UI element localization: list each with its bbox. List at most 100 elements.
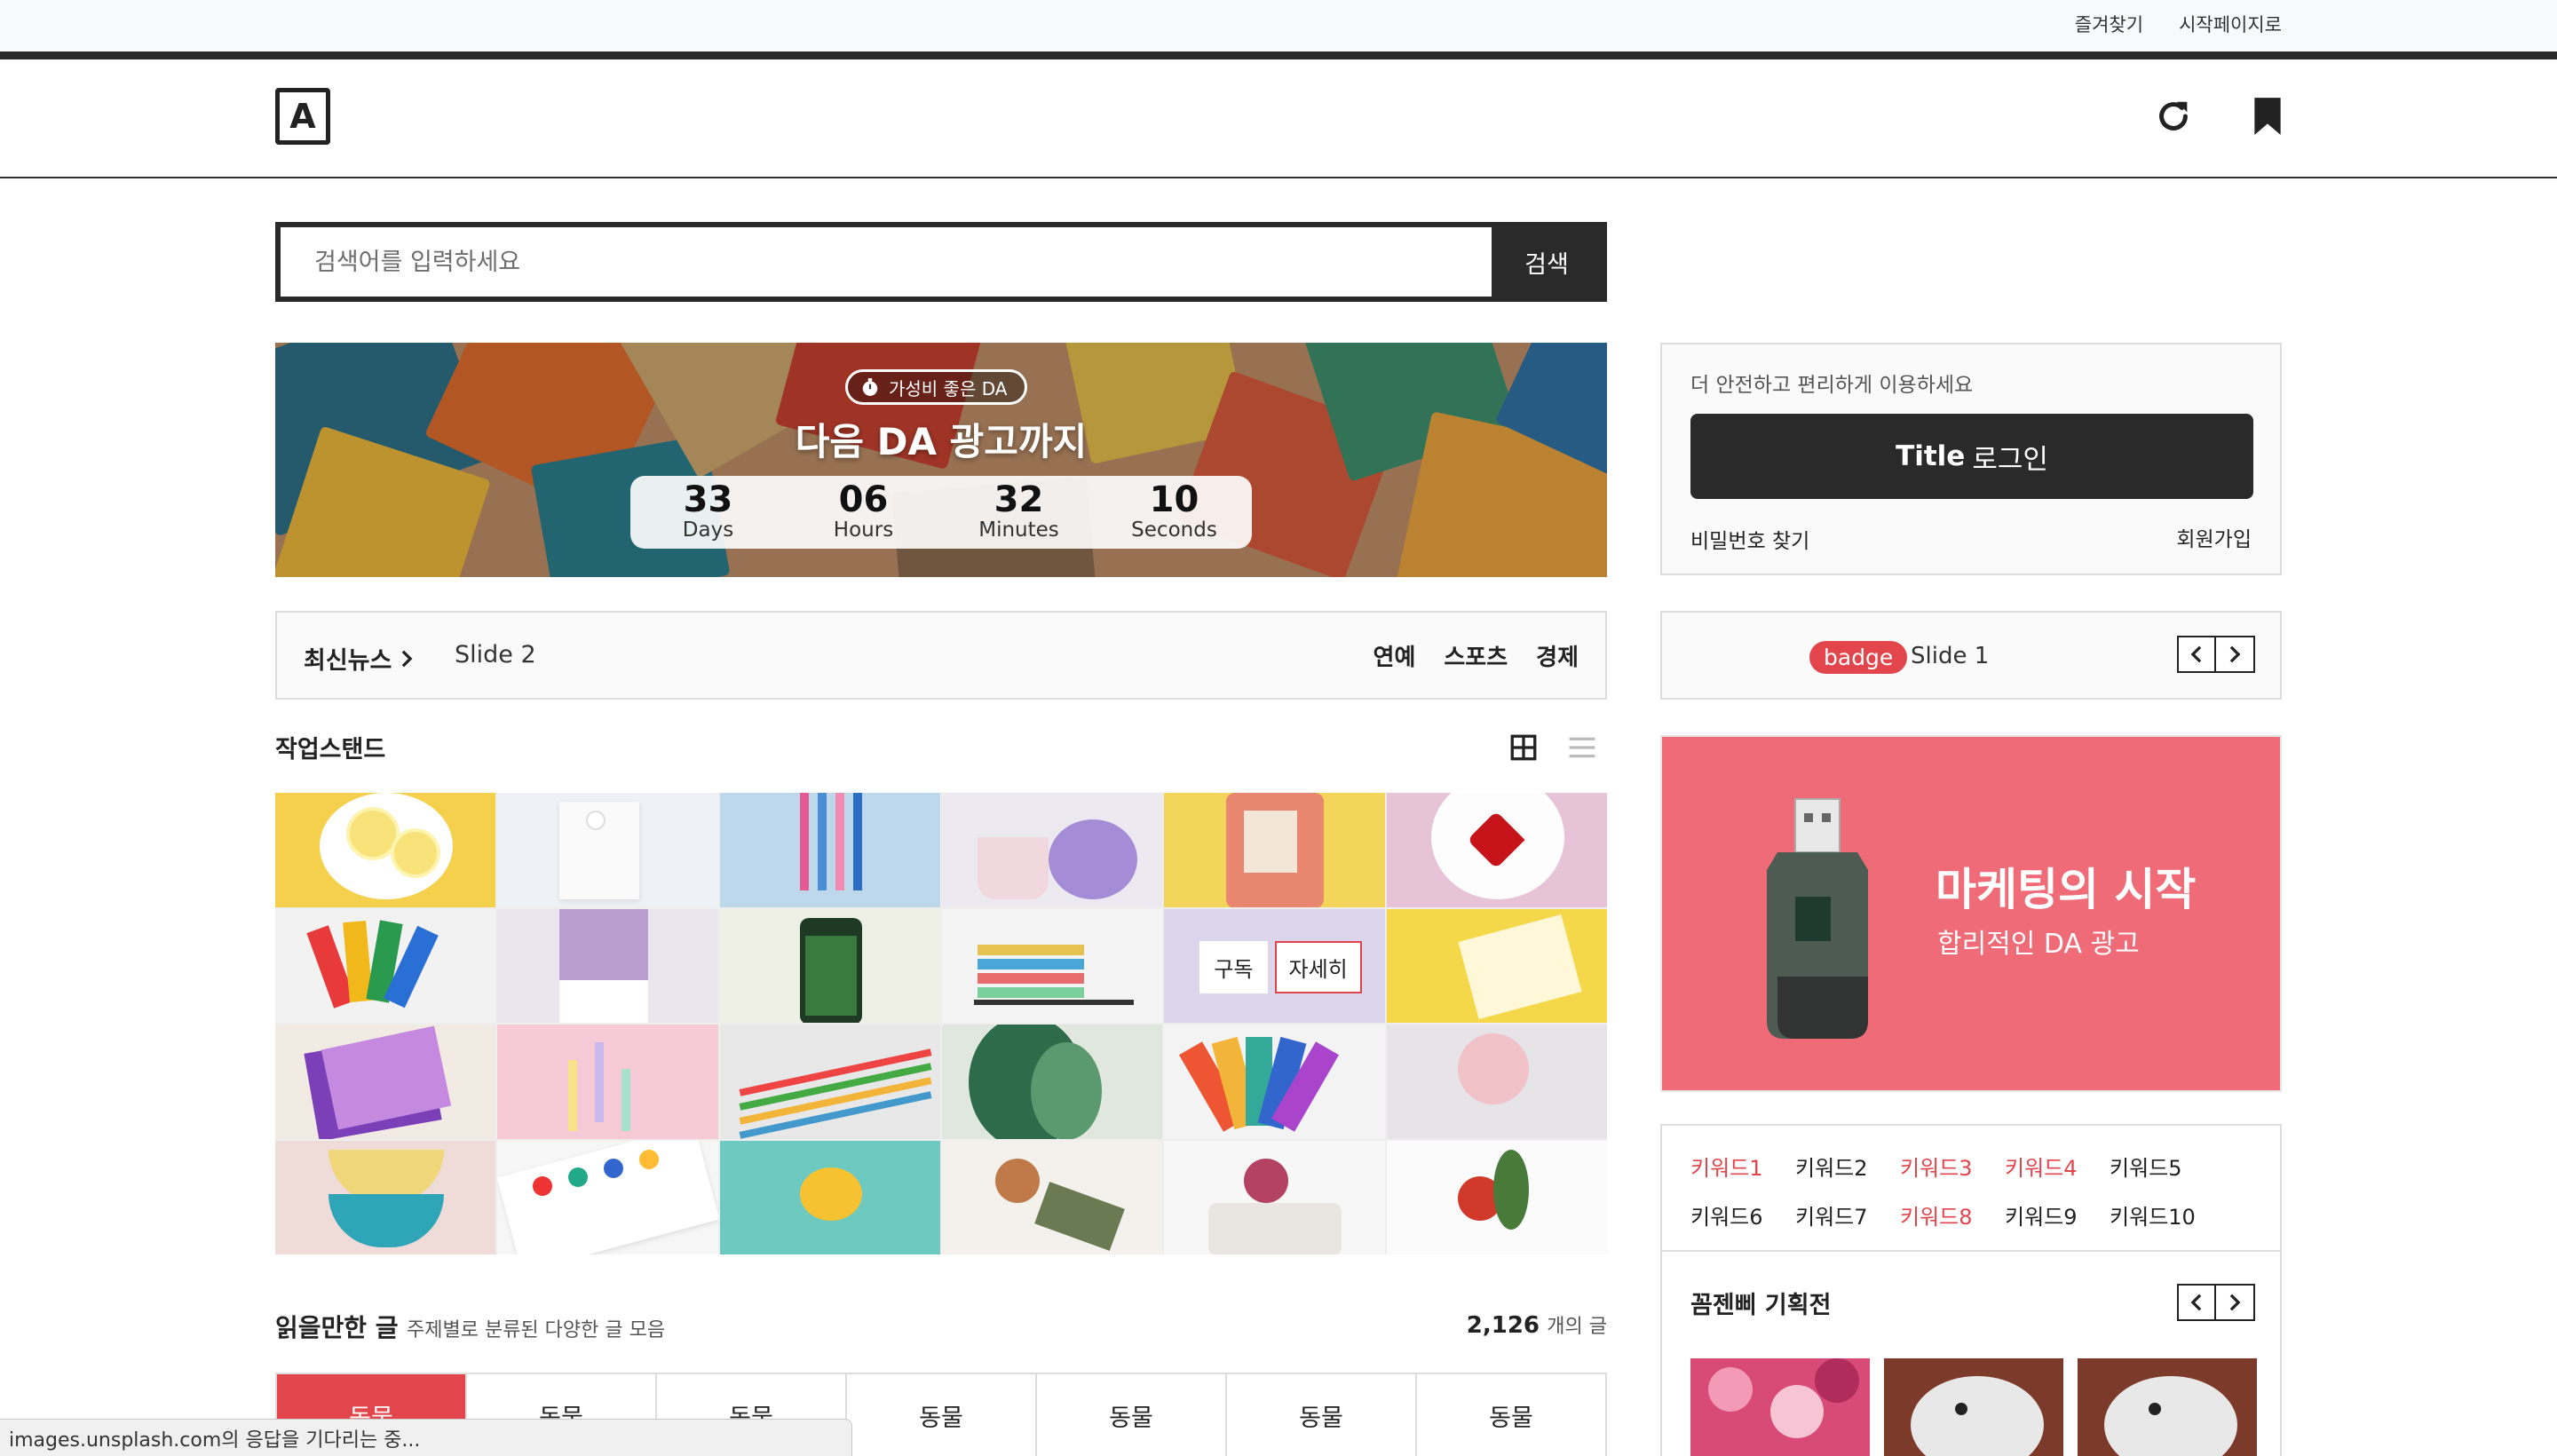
header-divider [0,51,2557,59]
prev-button[interactable] [2177,636,2216,673]
keyword-5[interactable]: 키워드5 [2110,1151,2214,1182]
plan-arrows [2177,1284,2255,1321]
utility-bar: 즐겨찾기 시작페이지로 [0,0,2557,51]
list-view-icon[interactable] [1564,730,1600,765]
photo-lemons[interactable] [275,793,496,907]
photo-colored-pencils[interactable] [719,1025,940,1139]
countdown: 33 Days 06 Hours 32 Minutes 10 Seconds [630,476,1252,549]
photo-lemon-teal[interactable] [719,1140,940,1254]
slide-label: Slide 1 [1911,643,1990,669]
refresh-icon[interactable] [2149,91,2198,141]
photo-books-shelf[interactable] [941,908,1163,1023]
keyword-2[interactable]: 키워드2 [1795,1151,1900,1182]
next-button[interactable] [2216,636,2255,673]
search-bar: 검색 [275,222,1607,302]
news-bar: 최신뉴스 Slide 2 연예 스포츠 경제 [275,611,1607,700]
detail-button[interactable]: 자세히 [1274,940,1362,993]
banner-title: 다음 DA 광고까지 [795,420,1088,463]
chevron-right-icon [2229,645,2241,663]
plan-box: 꼼젠삐 기획전 [1660,1250,2282,1456]
keyword-8[interactable]: 키워드8 [1900,1199,2005,1230]
keyword-4[interactable]: 키워드4 [2005,1151,2110,1182]
photo-color-swatches[interactable] [1164,1025,1385,1139]
chevron-left-icon [2190,645,2202,663]
plan-thumb-dog-2[interactable] [2078,1358,2257,1456]
photo-pastel-pens[interactable] [497,1025,718,1139]
stopwatch-icon [862,378,878,396]
bookmark-icon[interactable] [2243,91,2292,141]
news-category-economy[interactable]: 경제 [1536,639,1579,672]
countdown-days: 33 Days [682,479,734,542]
readable-title: 읽을만한 글 [275,1313,399,1342]
favorites-link[interactable]: 즐겨찾기 [2075,11,2143,37]
login-message: 더 안전하고 편리하게 이용하세요 [1690,374,1974,397]
photo-heart-lollipop[interactable] [1386,793,1607,907]
news-category-sports[interactable]: 스포츠 [1444,639,1508,672]
photo-pens-blue[interactable] [719,793,940,907]
countdown-hours: 06 Hours [833,479,894,542]
photo-mug-hydrangea[interactable] [941,793,1163,907]
ad-banner[interactable]: 마케팅의 시작 합리적인 DA 광고 [1660,735,2282,1092]
photo-pantone-yellow[interactable] [1386,908,1607,1023]
photo-phone-yellow[interactable] [1164,793,1385,907]
keyword-box: 키워드1 키워드2 키워드3 키워드4 키워드5 키워드6 키워드7 키워드8 키워드9 키워드1… [1660,1124,2282,1250]
tab-animal-4[interactable]: 동물 [847,1374,1037,1456]
photo-phone-plant[interactable] [719,908,940,1023]
tab-animal-7[interactable]: 동물 [1417,1374,1605,1456]
readable-count: 2,126 개의 글 [1467,1310,1607,1339]
keyword-3[interactable]: 키워드3 [1900,1151,2005,1182]
readable-subtitle: 주제별로 분류된 다양한 글 모음 [407,1319,666,1341]
photo-bag-flowers[interactable] [1164,1140,1385,1254]
photo-markers[interactable] [275,908,496,1023]
photo-red-flower[interactable] [1386,1140,1607,1254]
tab-animal-6[interactable]: 동물 [1227,1374,1417,1456]
header: A [0,59,2557,178]
badge-slider: badge Slide 1 [1660,611,2282,700]
photo-happy-days[interactable] [275,1025,496,1139]
news-category-entertainment[interactable]: 연예 [1373,639,1416,672]
plan-thumbnails [1690,1358,2257,1456]
keyword-6[interactable]: 키워드6 [1690,1199,1795,1230]
plan-title: 꼼젠삐 기획전 [1690,1292,1832,1319]
search-button[interactable]: 검색 [1492,227,1602,297]
browser-status-bar: images.unsplash.com의 응답을 기다리는 중... [0,1419,852,1456]
plan-thumb-flowers[interactable] [1690,1358,1870,1456]
keyword-10[interactable]: 키워드10 [2110,1199,2214,1230]
login-brand: Title [1896,440,1966,472]
grid-view-icon[interactable] [1506,730,1541,765]
plan-next-button[interactable] [2216,1284,2255,1321]
photo-hover-item[interactable]: 구독 자세히 [1164,908,1385,1023]
plan-thumb-dog-1[interactable] [1884,1358,2063,1456]
photo-palm-leaves[interactable] [941,1025,1163,1139]
tab-animal-5[interactable]: 동물 [1037,1374,1227,1456]
keyword-1[interactable]: 키워드1 [1690,1151,1795,1182]
plan-prev-button[interactable] [2177,1284,2216,1321]
start-page-link[interactable]: 시작페이지로 [2179,11,2282,37]
photo-bowls[interactable] [275,1140,496,1254]
login-button[interactable]: Title 로그인 [1690,414,2253,499]
photo-pantone-lavender[interactable] [497,908,718,1023]
ad-title: 마케팅의 시작 [1936,864,2197,915]
status-badge: badge [1809,641,1908,674]
login-button-label: 로그인 [1972,443,2048,476]
ad-subtitle: 합리적인 DA 광고 [1937,929,2140,960]
search-input[interactable] [281,227,1492,297]
countdown-minutes: 32 Minutes [978,479,1059,542]
subscribe-button[interactable]: 구독 [1199,940,1268,993]
latest-news-link[interactable]: 최신뉴스 [304,641,415,676]
find-password-link[interactable]: 비밀번호 찾기 [1690,524,1809,554]
logo[interactable]: A [275,88,330,145]
readable-count-suffix: 개의 글 [1547,1316,1607,1338]
keyword-9[interactable]: 키워드9 [2005,1199,2110,1230]
photo-white-flowers[interactable] [497,793,718,907]
usb-drive-image [1767,798,1868,1039]
photo-watercolor-palette[interactable] [497,1140,718,1254]
latest-news-label: 최신뉴스 [304,647,392,675]
readable-count-value: 2,126 [1466,1312,1540,1339]
keyword-7[interactable]: 키워드7 [1795,1199,1900,1230]
photo-dried-flowers[interactable] [941,1140,1163,1254]
banner-chip-label: 가성비 좋은 DA [889,377,1008,400]
photo-pantone-rose[interactable] [1386,1025,1607,1139]
countdown-banner[interactable]: 가성비 좋은 DA 다음 DA 광고까지 33 Days 06 Hours 32 Mi… [275,343,1607,577]
join-link[interactable]: 회원가입 [2176,522,2252,552]
